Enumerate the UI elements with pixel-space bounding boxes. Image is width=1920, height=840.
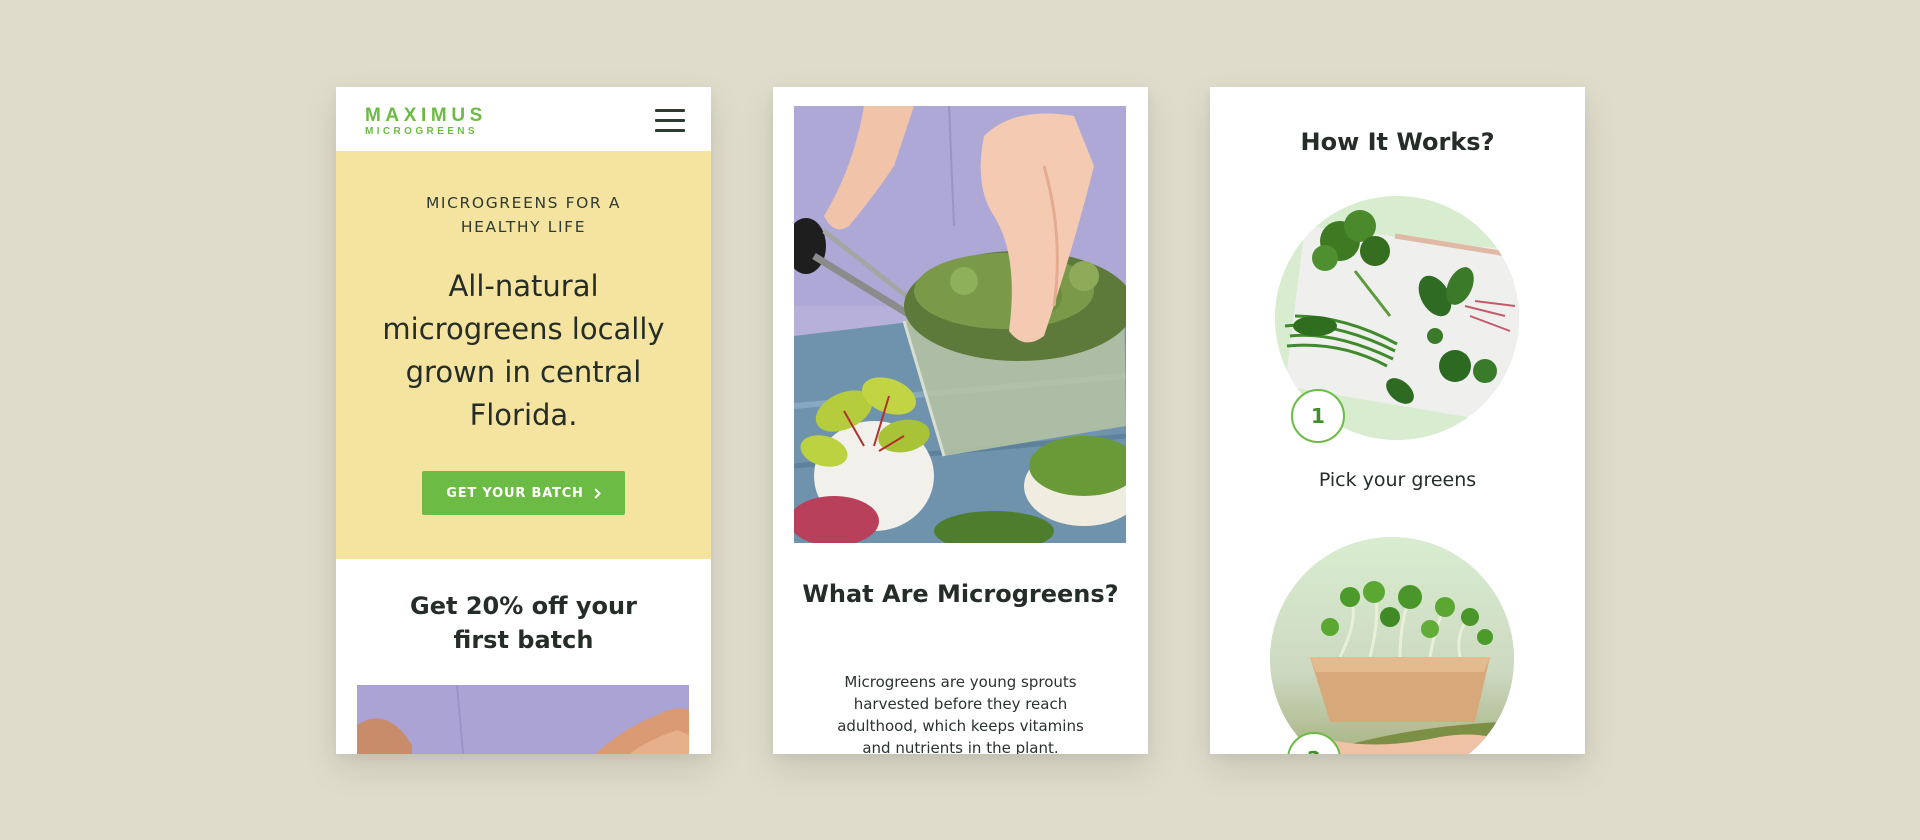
section-title: How It Works? bbox=[1300, 128, 1495, 156]
section-title: What Are Microgreens? bbox=[802, 580, 1119, 608]
logo-wordmark: MAXIMUS bbox=[365, 105, 487, 126]
hero-section: MICROGREENS FOR A HEALTHY LIFE All-natur… bbox=[336, 151, 711, 559]
step-image-sprouts-box bbox=[1270, 537, 1514, 754]
chevron-right-icon bbox=[594, 487, 601, 499]
brand-logo[interactable]: MAXIMUS MICROGREENS bbox=[365, 106, 487, 138]
logo-subtitle: MICROGREENS bbox=[365, 126, 478, 137]
top-navigation-bar: MAXIMUS MICROGREENS bbox=[336, 87, 711, 151]
get-your-batch-button[interactable]: GET YOUR BATCH bbox=[422, 471, 625, 515]
step-number-badge: 1 bbox=[1291, 389, 1345, 443]
mobile-screen-about: What Are Microgreens? Microgreens are yo… bbox=[773, 87, 1148, 754]
section-body: Microgreens are young sprouts harvested … bbox=[837, 673, 1084, 754]
hamburger-icon[interactable] bbox=[655, 108, 685, 132]
step-label: Pick your greens bbox=[1318, 469, 1477, 491]
microgreens-harvest-image bbox=[794, 106, 1126, 543]
hero-eyebrow: MICROGREENS FOR A HEALTHY LIFE bbox=[425, 194, 622, 236]
promo-image bbox=[357, 685, 689, 754]
cta-label: GET YOUR BATCH bbox=[446, 485, 584, 501]
hero-title: All-natural microgreens locally grown in… bbox=[382, 269, 665, 432]
promo-title: Get 20% off your first batch bbox=[410, 592, 637, 654]
mobile-screen-home: MAXIMUS MICROGREENS MICROGREENS FOR A HE… bbox=[336, 87, 711, 754]
mobile-screen-how-it-works: How It Works? 1 Pick your greens bbox=[1210, 87, 1585, 754]
